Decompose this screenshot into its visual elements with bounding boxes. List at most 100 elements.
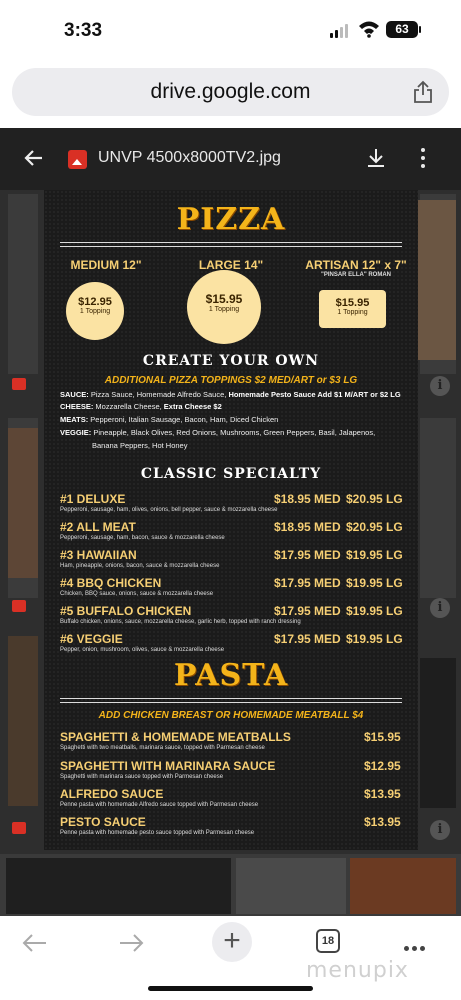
- item-desc: Pepper, onion, mushroom, olives, sauce &…: [60, 647, 225, 653]
- pasta-item: SPAGHETTI & HOMEMADE MEATBALLS Spaghetti…: [60, 730, 402, 751]
- specialty-item: #3 HAWAIIAN Ham, pineapple, onions, baco…: [60, 548, 403, 569]
- address-bar[interactable]: drive.google.com: [12, 68, 449, 116]
- bg-file-thumb: [8, 636, 38, 806]
- specialty-item: #4 BBQ CHICKEN Chicken, BBQ sauce, onion…: [60, 576, 403, 597]
- specialty-item: #1 DELUXE Pepperoni, sausage, ham, olive…: [60, 492, 403, 513]
- item-name: SPAGHETTI & HOMEMADE MEATBALLS: [60, 730, 291, 744]
- item-name: PESTO SAUCE: [60, 815, 146, 829]
- thumbnail[interactable]: [350, 858, 456, 914]
- size-label-artisan: ARTISAN 12" x 7": [305, 258, 407, 272]
- thumbnail-strip: [0, 854, 461, 916]
- forward-icon[interactable]: [118, 932, 146, 954]
- new-tab-button[interactable]: +: [212, 922, 252, 962]
- price-note: 1 Topping: [79, 308, 111, 315]
- item-desc: Spaghetti with two meatballs, marinara s…: [60, 745, 265, 751]
- pasta-item: SPAGHETTI WITH MARINARA SAUCE Spaghetti …: [60, 759, 402, 780]
- price-large: $15.95 1 Topping: [187, 270, 261, 344]
- pizza-title: PIZZA: [176, 202, 286, 237]
- url-text[interactable]: drive.google.com: [12, 80, 449, 104]
- price-med: $17.95 MED: [274, 576, 341, 590]
- pasta-title: PASTA: [173, 658, 289, 693]
- more-menu-icon[interactable]: [404, 938, 432, 951]
- item-desc: Penne pasta with homemade pesto sauce to…: [60, 830, 255, 836]
- item-desc: Penne pasta with homemade Alfredo sauce …: [60, 802, 259, 808]
- pasta-addon: ADD CHICKEN BREAST OR HOMEMADE MEATBALL …: [98, 710, 364, 721]
- back-icon[interactable]: [20, 932, 48, 954]
- wifi-icon: [359, 21, 379, 38]
- thumbnail[interactable]: [6, 858, 231, 914]
- status-bar: 3:33 63: [0, 0, 461, 62]
- download-icon[interactable]: [366, 147, 386, 169]
- toppings-pricing: ADDITIONAL PIZZA TOPPINGS $2 MED/ART or …: [104, 375, 358, 386]
- price-lg: $19.95 LG: [346, 576, 403, 590]
- watermark: menupix: [306, 958, 409, 983]
- tabs-button[interactable]: 18: [316, 929, 340, 953]
- file-name: UNVP 4500x8000TV2.jpg: [98, 149, 281, 166]
- drive-image-viewer: i i i UNVP 4500x8000TV2.jpg PIZZA MEDIUM…: [0, 128, 461, 916]
- info-icon[interactable]: i: [430, 598, 450, 618]
- info-icon[interactable]: i: [430, 820, 450, 840]
- battery-icon: 63: [386, 21, 418, 38]
- back-arrow-icon[interactable]: [22, 146, 46, 170]
- price-lg: $19.95 LG: [346, 604, 403, 618]
- size-label-medium: MEDIUM 12": [70, 258, 142, 272]
- browser-toolbar: + 18 menupix: [0, 916, 461, 1000]
- price-med: $18.95 MED: [274, 520, 341, 534]
- pasta-item: ALFREDO SAUCE Penne pasta with homemade …: [60, 787, 402, 808]
- price-medium: $12.95 1 Topping: [66, 282, 124, 340]
- price-lg: $20.95 LG: [346, 492, 403, 506]
- item-price: $12.95: [364, 759, 401, 773]
- item-price: $13.95: [364, 815, 401, 829]
- image-file-icon: [68, 150, 87, 169]
- price-note: 1 Topping: [337, 309, 368, 316]
- home-indicator: [148, 986, 313, 991]
- item-desc: Pepperoni, sausage, ham, bacon, sauce & …: [60, 535, 225, 541]
- price-lg: $20.95 LG: [346, 520, 403, 534]
- image-file-icon: [12, 822, 26, 834]
- toppings-sauce: SAUCE: Pizza Sauce, Homemade Alfredo Sau…: [60, 390, 401, 399]
- specialty-item: #6 VEGGIE Pepper, onion, mushroom, olive…: [60, 632, 403, 653]
- clock: 3:33: [64, 20, 103, 41]
- size-sub-artisan: "PINSAR ELLA" ROMAN: [320, 272, 392, 278]
- info-icon[interactable]: i: [430, 376, 450, 396]
- signal-icon: [330, 24, 348, 38]
- price-value: $12.95: [78, 296, 112, 308]
- price-lg: $19.95 LG: [346, 632, 403, 646]
- item-name: ALFREDO SAUCE: [60, 787, 164, 801]
- price-value: $15.95: [335, 297, 370, 309]
- image-file-icon: [12, 600, 26, 612]
- divider: [60, 242, 402, 247]
- item-desc: Buffalo chicken, onions, sauce, mozzarel…: [60, 619, 301, 625]
- toppings-veggie: VEGGIE: Pineapple, Black Olives, Red Oni…: [60, 428, 376, 437]
- price-value: $15.95: [205, 292, 243, 306]
- toppings-veggie-cont: Banana Peppers, Hot Honey: [92, 441, 188, 450]
- thumbnail[interactable]: [236, 858, 346, 914]
- toppings-cheese: CHEESE: Mozzarella Cheese, Extra Cheese …: [60, 402, 222, 411]
- specialty-item: #2 ALL MEAT Pepperoni, sausage, ham, bac…: [60, 520, 403, 541]
- more-options-icon[interactable]: [420, 148, 426, 170]
- price-med: $17.95 MED: [274, 604, 341, 618]
- divider: [60, 698, 402, 703]
- pasta-item: PESTO SAUCE Penne pasta with homemade pe…: [60, 815, 402, 836]
- menu-image: PIZZA MEDIUM 12" LARGE 14" ARTISAN 12" x…: [44, 190, 418, 850]
- specialty-item: #5 BUFFALO CHICKEN Buffalo chicken, onio…: [60, 604, 403, 625]
- item-desc: Ham, pineapple, onions, bacon, sauce & m…: [60, 563, 220, 569]
- share-icon[interactable]: [413, 80, 433, 104]
- item-name: SPAGHETTI WITH MARINARA SAUCE: [60, 759, 276, 773]
- bg-file-thumb: [420, 658, 456, 808]
- toppings-meats: MEATS: Pepperoni, Italian Sausage, Bacon…: [60, 415, 279, 424]
- bg-file-card: [8, 194, 38, 374]
- item-desc: Chicken, BBQ sauce, onions, sauce & mozz…: [60, 591, 214, 597]
- create-your-own-title: CREATE YOUR OWN: [142, 353, 320, 369]
- price-med: $18.95 MED: [274, 492, 341, 506]
- item-desc: Spaghetti with marinara sauce topped wit…: [60, 774, 224, 780]
- item-desc: Pepperoni, sausage, ham, olives, onions,…: [60, 507, 278, 513]
- price-note: 1 Topping: [208, 306, 240, 313]
- classic-specialty-title: CLASSIC SPECIALTY: [140, 466, 322, 482]
- bg-file-thumb: [8, 428, 38, 578]
- price-artisan: $15.95 1 Topping: [319, 290, 386, 328]
- image-file-icon: [12, 378, 26, 390]
- price-med: $17.95 MED: [274, 632, 341, 646]
- price-med: $17.95 MED: [274, 548, 341, 562]
- item-price: $13.95: [364, 787, 401, 801]
